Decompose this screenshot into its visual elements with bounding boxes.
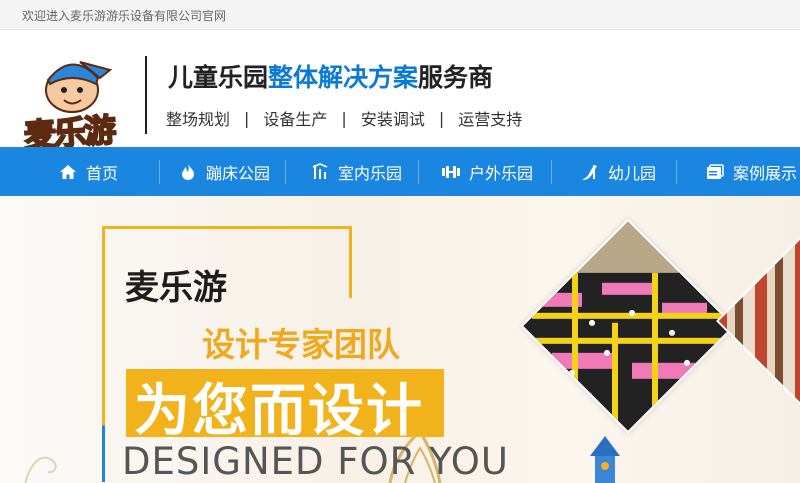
separator: | [244,108,250,128]
slogan-suffix: 服务商 [418,63,494,92]
nav-item-kindergarten[interactable]: 幼儿园 [552,147,677,196]
site-header: 麦乐游 儿童乐园整体解决方案服务商 整场规划 | 设备生产 | 安装调试 | 运… [0,30,800,156]
header-slogan: 儿童乐园整体解决方案服务商 [168,58,493,94]
nav-item-trampoline[interactable]: 蹦床公园 [160,147,286,196]
frame-line [349,226,352,298]
nav-label: 户外乐园 [469,163,534,183]
trampoline-park-image [520,218,736,434]
nav-label: 首页 [86,163,119,183]
frame-line [102,226,105,482]
tower-icon [590,436,620,483]
cases-icon [705,162,725,182]
indoor-icon [310,162,330,182]
welcome-text: 欢迎进入麦乐游游乐设备有限公司官网 [22,9,227,23]
slogan-prefix: 儿童乐园 [168,63,269,92]
service-item: 运营支持 [458,110,523,129]
site-logo[interactable]: 麦乐游 [20,50,130,156]
nav-item-indoor[interactable]: 室内乐园 [286,147,419,196]
top-bar: 欢迎进入麦乐游游乐设备有限公司官网 [0,0,800,30]
nav-item-home[interactable]: 首页 [0,147,160,196]
slide-icon [580,162,600,182]
trampoline-photo [518,216,738,436]
service-item: 设备生产 [263,110,328,129]
separator: | [341,108,347,128]
nav-label: 案例展示 [733,163,798,183]
home-icon [58,162,78,182]
nav-label: 蹦床公园 [206,163,271,183]
nav-label: 室内乐园 [338,163,403,183]
decor-swirl-icon [24,456,57,483]
banner-brand: 麦乐游 [125,268,227,308]
hero-banner[interactable]: 麦乐游 设计专家团队 为您而设计 DESIGNED FOR YOU [0,196,800,483]
service-list: 整场规划 | 设备生产 | 安装调试 | 运营支持 [166,106,522,130]
slogan-highlight: 整体解决方案 [268,63,419,92]
frame-line [102,226,352,229]
flame-icon [178,162,198,182]
nav-item-cases[interactable]: 案例展示 [677,147,800,196]
banner-tagline: DESIGNED FOR YOU [122,440,509,483]
separator: | [438,108,445,128]
nav-label: 幼儿园 [608,163,657,183]
service-item: 安装调试 [360,110,425,129]
service-item: 整场规划 [166,110,231,129]
nav-item-outdoor[interactable]: 户外乐园 [419,147,552,196]
dumbbell-icon [441,162,461,182]
main-nav: 首页 蹦床公园 室内乐园 户外乐园 幼儿园 案例展示 [0,147,800,196]
banner-headline: 为您而设计 [134,379,424,444]
header-divider [145,56,147,134]
banner-team: 设计专家团队 [202,325,400,364]
